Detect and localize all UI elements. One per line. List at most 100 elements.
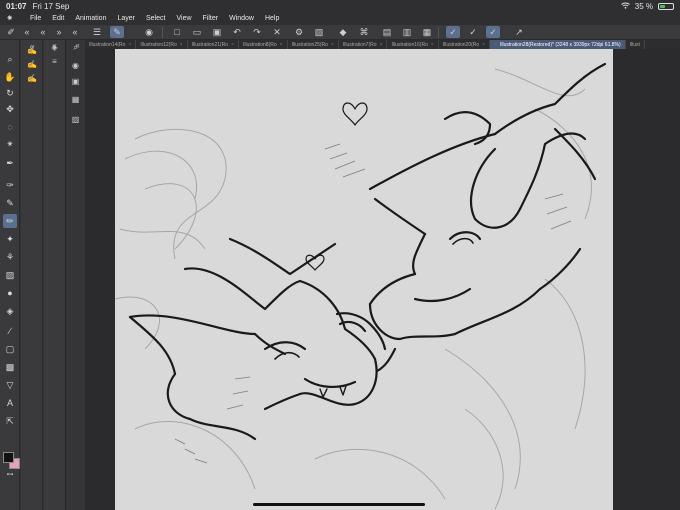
menu-help[interactable]: Help: [265, 15, 279, 22]
blend-icon[interactable]: ●: [3, 286, 17, 300]
clear-icon[interactable]: ✕: [270, 26, 284, 38]
brush-subtool-icon[interactable]: ✍: [26, 44, 38, 56]
airbrush-icon[interactable]: ✦: [3, 232, 17, 246]
fill-icon[interactable]: ◈: [3, 304, 17, 318]
stack-icon[interactable]: ≡: [49, 56, 60, 67]
main-color-swatch[interactable]: [3, 452, 14, 463]
tab-label: Illustration16(Ro: [391, 41, 428, 48]
menu-edit[interactable]: Edit: [52, 15, 64, 22]
menu-file[interactable]: File: [30, 15, 41, 22]
date-label: Fri 17 Sep: [32, 1, 70, 11]
app-logo-icon[interactable]: ⁕: [6, 13, 20, 24]
eyedropper-icon[interactable]: ✒: [3, 156, 17, 170]
hand-icon[interactable]: ✋: [3, 70, 17, 84]
document-tab[interactable]: Illustration16(Ro ×: [387, 40, 439, 49]
close-icon[interactable]: ×: [331, 42, 334, 48]
marker-subtool-icon[interactable]: ✍: [26, 72, 38, 84]
tab-label: Illustration20(Ro: [442, 41, 480, 48]
close-icon[interactable]: ×: [431, 42, 434, 48]
magic-wand-icon[interactable]: ✴: [3, 137, 17, 151]
document-tab[interactable]: Illustration7(Ro ×: [339, 40, 388, 49]
sub-view-icon[interactable]: ▣: [70, 76, 81, 87]
frame-icon[interactable]: ▽: [3, 378, 17, 392]
document-tab[interactable]: Illustration8(Ro ×: [239, 40, 288, 49]
snap-ruler-icon[interactable]: ▤: [380, 26, 394, 38]
document-tab[interactable]: Illust: [626, 40, 645, 49]
figure-icon[interactable]: ▢: [3, 342, 17, 356]
close-icon[interactable]: ×: [380, 42, 383, 48]
record-icon[interactable]: ◉: [142, 26, 156, 38]
gradient-icon[interactable]: ∕: [3, 324, 17, 338]
open-folder-icon[interactable]: ▭: [190, 26, 204, 38]
document-tab[interactable]: Illustration14(Ro ×: [85, 40, 137, 49]
snap-special-ruler-icon[interactable]: ▥: [400, 26, 414, 38]
document-tab[interactable]: Illustration25(Ro ×: [288, 40, 339, 49]
close-icon[interactable]: ×: [180, 42, 183, 48]
layer-list-icon[interactable]: ▨: [70, 114, 81, 125]
menu-layer[interactable]: Layer: [117, 15, 135, 22]
snap-grid-icon[interactable]: ▦: [420, 26, 434, 38]
fill-bucket-icon[interactable]: ◆: [336, 26, 350, 38]
chevrons-right-icon[interactable]: «: [36, 26, 50, 38]
tab-label: Illustration8(Ro: [242, 41, 277, 48]
document-tab[interactable]: Illustration21(Ro ×: [188, 40, 239, 49]
pressure-icon[interactable]: ✓: [486, 26, 500, 38]
chevrons-icon[interactable]: »: [52, 26, 66, 38]
menu-view[interactable]: View: [176, 15, 191, 22]
side-panel: « ⌕ ◉ ▣ ▦ ▨: [67, 40, 85, 510]
lasso-icon[interactable]: ◌: [3, 120, 17, 134]
tab-label: Illustration14(Ro: [89, 41, 126, 48]
pencil-icon[interactable]: ✎: [3, 196, 17, 210]
stroke-correction-icon[interactable]: ✓: [446, 26, 460, 38]
save-icon[interactable]: ▣: [210, 26, 224, 38]
transparent-color-icon[interactable]: ▪▫▪: [3, 468, 17, 482]
document-tab-active[interactable]: × Illustration28(Restored)* (3248 x 3939p…: [490, 40, 626, 49]
menu-window[interactable]: Window: [229, 15, 254, 22]
close-icon[interactable]: ×: [494, 42, 497, 48]
new-file-icon[interactable]: □: [170, 26, 184, 38]
close-icon[interactable]: ×: [280, 42, 283, 48]
brush-stroke-icon[interactable]: ✓: [466, 26, 480, 38]
close-icon[interactable]: ×: [231, 42, 234, 48]
navigator-icon[interactable]: ⌕: [70, 42, 81, 53]
menu-filter[interactable]: Filter: [203, 15, 219, 22]
hide-selection-icon[interactable]: ▧: [312, 26, 326, 38]
clock-time: 01:07: [6, 1, 27, 11]
quick-access-icon[interactable]: ✎: [110, 26, 124, 38]
separator: [438, 27, 439, 38]
chevrons-expand-icon[interactable]: «: [68, 26, 82, 38]
layer-property-icon[interactable]: ◉: [70, 60, 81, 71]
document-tab[interactable]: Illustration12(Ro ×: [136, 40, 188, 49]
chevrons-left-icon[interactable]: «: [20, 26, 34, 38]
decoration-icon[interactable]: ⚘: [3, 250, 17, 264]
menu-select[interactable]: Select: [146, 15, 165, 22]
text-icon[interactable]: A: [3, 396, 17, 410]
ruler-icon[interactable]: ▩: [3, 360, 17, 374]
zoom-icon[interactable]: ⌕: [3, 52, 17, 66]
export-icon[interactable]: ↗: [512, 26, 526, 38]
drawing-canvas[interactable]: [115, 49, 613, 510]
document-tab[interactable]: Illustration20(Ro ×: [439, 40, 491, 49]
menu-animation[interactable]: Animation: [75, 15, 106, 22]
canvas-area[interactable]: [85, 49, 680, 510]
transform-icon[interactable]: ⚙: [292, 26, 306, 38]
move-icon[interactable]: ✥: [3, 102, 17, 116]
close-icon[interactable]: ×: [482, 42, 485, 48]
color-set-icon[interactable]: ▦: [70, 94, 81, 105]
redo-icon[interactable]: ↷: [250, 26, 264, 38]
toolbox: ⌕ ✋ ↻ ✥ ◌ ✴ ✒ ✑ ✎ ✏ ✦ ⚘ ▨ ● ◈ ∕ ▢ ▩ ▽ A …: [0, 40, 20, 510]
close-icon[interactable]: ×: [128, 42, 131, 48]
pen-subtool-icon[interactable]: ✍: [26, 58, 38, 70]
brush-icon[interactable]: ✏: [3, 214, 17, 228]
menu-bar: ⁕ File Edit Animation Layer Select View …: [0, 12, 680, 25]
pen-icon[interactable]: ✑: [3, 178, 17, 192]
eraser-icon[interactable]: ▨: [3, 268, 17, 282]
balloon-icon[interactable]: ⇱: [3, 414, 17, 428]
hamburger-menu-icon[interactable]: ☰: [90, 26, 104, 38]
crop-icon[interactable]: ⌘: [357, 26, 371, 38]
undo-icon[interactable]: ↶: [230, 26, 244, 38]
pen-settings-icon[interactable]: ✐: [4, 26, 18, 38]
rotate-icon[interactable]: ↻: [3, 86, 17, 100]
layers-icon[interactable]: ◈: [49, 42, 60, 53]
home-indicator[interactable]: [253, 503, 425, 506]
